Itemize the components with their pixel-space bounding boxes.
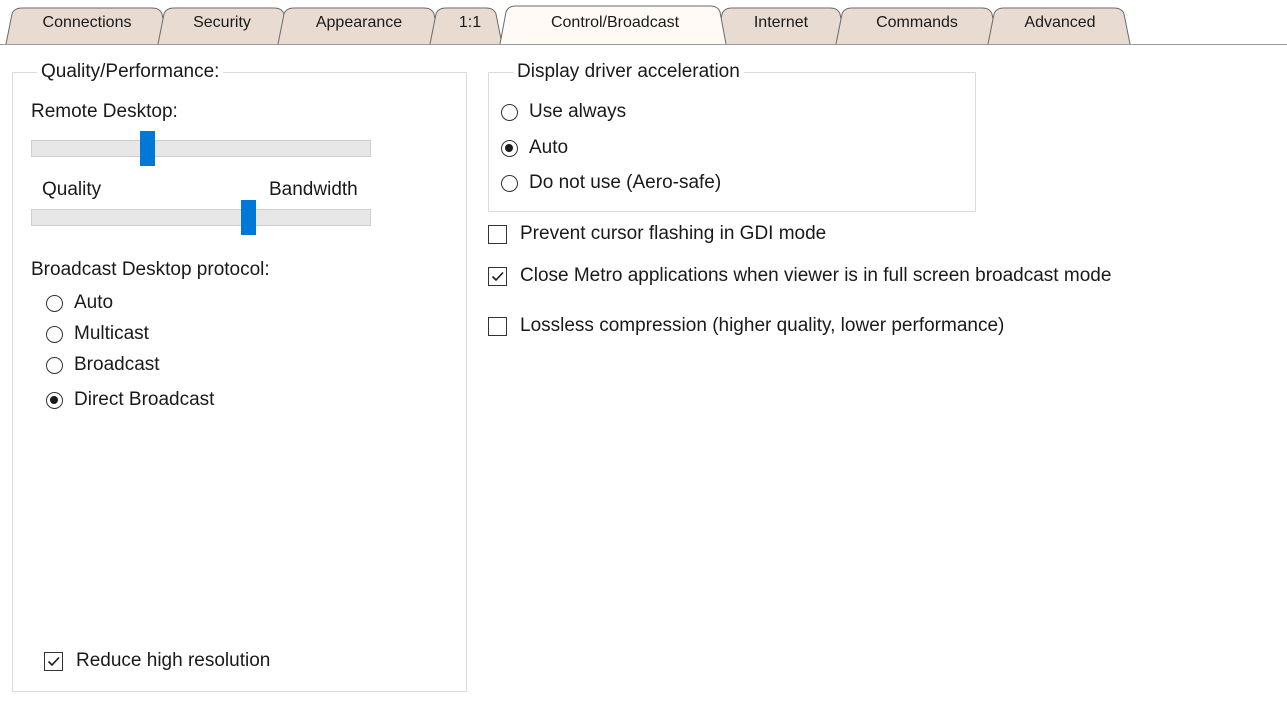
protocol-option-direct-broadcast[interactable]: Direct Broadcast xyxy=(46,386,214,414)
quality-performance-legend: Quality/Performance: xyxy=(37,61,224,83)
tab-control-broadcast[interactable]: Control/Broadcast xyxy=(512,8,718,38)
lossless-compression-label: Lossless compression (higher quality, lo… xyxy=(520,315,1005,336)
display-driver-option-label: Use always xyxy=(529,101,627,122)
protocol-option-label: Auto xyxy=(74,292,114,313)
display-driver-option-label: Do not use (Aero-safe) xyxy=(529,172,722,193)
tab-internet[interactable]: Internet xyxy=(726,8,836,38)
remote-desktop-label: Remote Desktop: xyxy=(31,101,178,122)
prevent-cursor-flashing-checkbox[interactable]: Prevent cursor flashing in GDI mode xyxy=(488,220,826,248)
display-driver-legend: Display driver acceleration xyxy=(513,61,744,83)
radio-icon[interactable] xyxy=(46,325,63,343)
tab-commands[interactable]: Commands xyxy=(846,8,988,38)
prevent-cursor-flashing-label: Prevent cursor flashing in GDI mode xyxy=(520,223,827,244)
protocol-option-label: Multicast xyxy=(74,323,149,344)
checkbox-icon[interactable] xyxy=(488,316,507,336)
tab-appearance[interactable]: Appearance xyxy=(288,8,430,38)
tab-connections[interactable]: Connections xyxy=(14,8,160,38)
display-driver-option-do-not-use[interactable]: Do not use (Aero-safe) xyxy=(501,169,721,197)
reduce-high-resolution-checkbox[interactable]: Reduce high resolution xyxy=(44,647,270,675)
radio-icon[interactable] xyxy=(501,174,518,192)
protocol-option-auto[interactable]: Auto xyxy=(46,289,113,317)
checkbox-icon[interactable] xyxy=(488,224,507,244)
display-driver-option-use-always[interactable]: Use always xyxy=(501,98,626,126)
close-metro-apps-checkbox[interactable]: Close Metro applications when viewer is … xyxy=(488,262,1111,290)
tab-security[interactable]: Security xyxy=(166,8,278,38)
quality-performance-group: Quality/Performance: xyxy=(12,61,467,692)
protocol-option-broadcast[interactable]: Broadcast xyxy=(46,351,160,379)
tab-strip: Connections Security Appearance 1:1 Cont… xyxy=(0,0,1287,50)
protocol-option-multicast[interactable]: Multicast xyxy=(46,320,149,348)
close-metro-apps-label: Close Metro applications when viewer is … xyxy=(520,265,1112,286)
broadcast-protocol-label: Broadcast Desktop protocol: xyxy=(31,259,270,280)
quality-bandwidth-slider[interactable] xyxy=(31,200,371,235)
tab-one-to-one[interactable]: 1:1 xyxy=(440,8,500,38)
radio-icon[interactable] xyxy=(501,139,518,157)
checkbox-icon[interactable] xyxy=(44,651,63,671)
checkbox-icon[interactable] xyxy=(488,266,507,286)
radio-icon[interactable] xyxy=(46,294,63,312)
protocol-option-label: Direct Broadcast xyxy=(74,389,215,410)
bandwidth-label: Bandwidth xyxy=(269,179,358,200)
lossless-compression-checkbox[interactable]: Lossless compression (higher quality, lo… xyxy=(488,312,1004,340)
protocol-option-label: Broadcast xyxy=(74,354,160,375)
remote-desktop-slider-thumb[interactable] xyxy=(139,131,155,166)
tab-advanced[interactable]: Advanced xyxy=(998,8,1122,38)
display-driver-option-auto[interactable]: Auto xyxy=(501,134,568,162)
radio-icon[interactable] xyxy=(46,356,63,374)
radio-icon[interactable] xyxy=(501,103,518,121)
quality-bandwidth-slider-thumb[interactable] xyxy=(241,200,257,235)
quality-label: Quality xyxy=(42,179,102,200)
radio-icon[interactable] xyxy=(46,391,63,409)
remote-desktop-slider[interactable] xyxy=(31,131,371,166)
reduce-high-resolution-label: Reduce high resolution xyxy=(76,650,271,671)
display-driver-option-label: Auto xyxy=(529,137,569,158)
